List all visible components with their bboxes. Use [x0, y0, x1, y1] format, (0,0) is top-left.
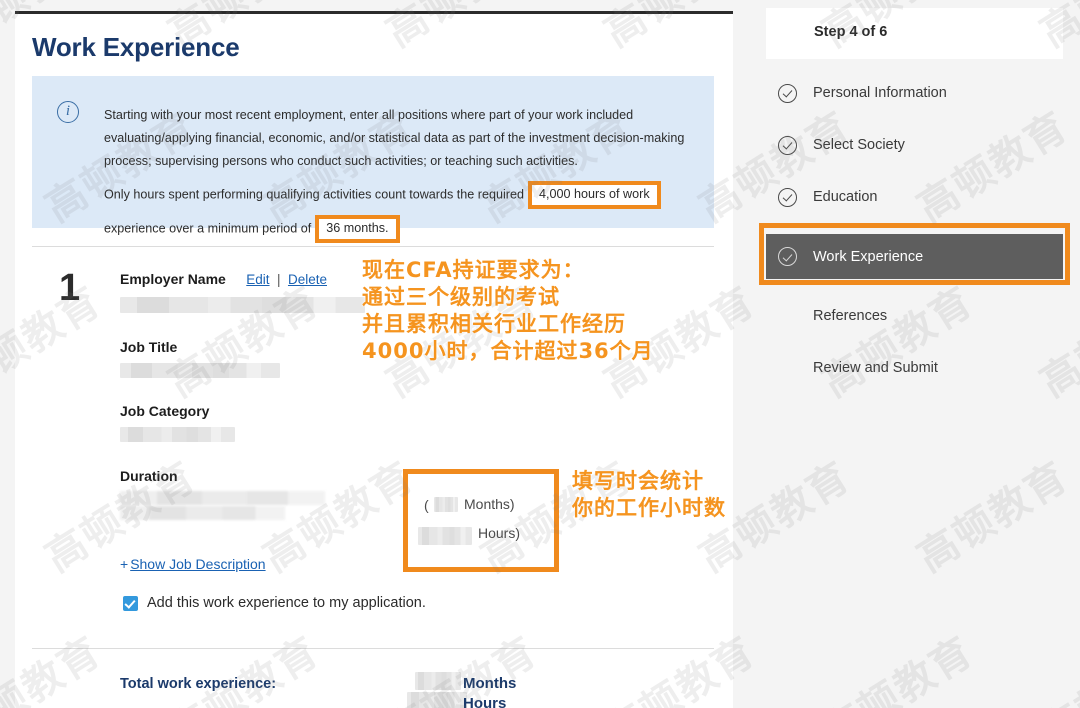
add-work-experience-checkbox-label: Add this work experience to my applicati… — [147, 595, 426, 611]
info-para2-before: Only hours spent performing qualifying a… — [104, 187, 524, 201]
employer-name-field-group: Employer Name Edit | Delete — [120, 271, 327, 289]
page-title: Work Experience — [32, 32, 240, 63]
job-category-value — [120, 427, 235, 442]
info-paragraph-2: Only hours spent performing qualifying a… — [104, 181, 699, 209]
sidebar-item-label: References — [813, 308, 887, 324]
employer-name-value — [120, 297, 365, 313]
sidebar-item-select-society[interactable]: Select Society — [766, 130, 1063, 160]
duration-value-line1 — [120, 491, 325, 505]
wizard-steps-list: Personal Information Select Society Educ… — [766, 78, 1063, 405]
watermark-text: 高顿教育 — [809, 620, 982, 708]
show-job-description-toggle[interactable]: +Show Job Description — [120, 556, 266, 572]
delete-link[interactable]: Delete — [288, 272, 327, 287]
hours-unit-label: Hours) — [478, 525, 520, 541]
show-job-description-label: Show Job Description — [130, 556, 265, 572]
highlight-months-box: 36 months. — [315, 215, 399, 243]
annotation-hours-note: 填写时会统计 你的工作小时数 — [572, 468, 726, 522]
job-category-label-group: Job Category — [120, 403, 209, 421]
months-open-paren: ( — [424, 497, 429, 513]
check-circle-icon — [778, 247, 797, 266]
total-months-value — [415, 672, 461, 690]
entry-bottom-divider — [32, 648, 714, 649]
months-unit-label: Months) — [464, 496, 515, 512]
hours-value — [418, 527, 472, 545]
sidebar-item-label: Education — [813, 189, 878, 205]
watermark-text: 高顿教育 — [904, 445, 1077, 583]
info-paragraph-1: Starting with your most recent employmen… — [104, 104, 699, 173]
duration-label: Duration — [120, 468, 178, 484]
sidebar-item-work-experience[interactable]: Work Experience — [766, 234, 1063, 279]
info-paragraph-3: experience over a minimum period of 36 mo… — [104, 215, 699, 243]
sidebar-item-references[interactable]: References — [766, 301, 1063, 331]
step-indicator-label: Step 4 of 6 — [814, 24, 887, 40]
total-work-experience-label: Total work experience: — [120, 676, 276, 692]
annotation-requirement: 现在CFA持证要求为： 通过三个级别的考试 并且累积相关行业工作经历 4000小… — [362, 257, 654, 365]
total-months-unit: Months — [463, 675, 516, 692]
entry-top-divider — [32, 246, 714, 247]
check-circle-icon — [778, 84, 797, 103]
job-category-label: Job Category — [120, 403, 209, 419]
entry-index: 1 — [59, 267, 80, 310]
check-circle-icon — [778, 136, 797, 155]
total-hours-value — [407, 692, 467, 708]
months-value — [434, 497, 458, 512]
sidebar-item-label: Select Society — [813, 137, 905, 153]
info-panel-text: Starting with your most recent employmen… — [104, 104, 699, 243]
expand-plus-icon: + — [120, 556, 128, 572]
checkbox-checked-icon[interactable] — [123, 596, 138, 611]
job-title-label-group: Job Title — [120, 339, 177, 357]
info-panel: i Starting with your most recent employm… — [32, 76, 714, 228]
add-work-experience-checkbox-row[interactable]: Add this work experience to my applicati… — [123, 595, 426, 611]
duration-totals-highlight-box: ( Months) Hours) — [403, 469, 559, 572]
employer-name-label: Employer Name — [120, 271, 226, 287]
step-indicator-box: Step 4 of 6 — [766, 8, 1063, 59]
total-hours-unit: Hours — [463, 695, 506, 708]
sidebar-item-education[interactable]: Education — [766, 182, 1063, 212]
sidebar-item-review-and-submit[interactable]: Review and Submit — [766, 353, 1063, 383]
screenshot-root: Work Experience i Starting with your mos… — [0, 0, 1080, 708]
job-title-value — [120, 363, 280, 378]
highlight-hours-box: 4,000 hours of work — [528, 181, 661, 209]
link-separator: | — [274, 272, 284, 287]
sidebar-item-label: Work Experience — [813, 249, 923, 265]
sidebar-item-personal-information[interactable]: Personal Information — [766, 78, 1063, 108]
job-title-label: Job Title — [120, 339, 177, 355]
duration-value-line2 — [120, 506, 285, 520]
info-para2-mid: experience over a minimum period of — [104, 221, 311, 235]
duration-label-group: Duration — [120, 468, 178, 486]
sidebar-item-label: Review and Submit — [813, 360, 938, 376]
watermark-text: 高顿教育 — [1027, 620, 1080, 708]
edit-link[interactable]: Edit — [246, 272, 269, 287]
sidebar-item-label: Personal Information — [813, 85, 947, 101]
info-circle-icon: i — [57, 101, 79, 123]
check-circle-icon — [778, 188, 797, 207]
